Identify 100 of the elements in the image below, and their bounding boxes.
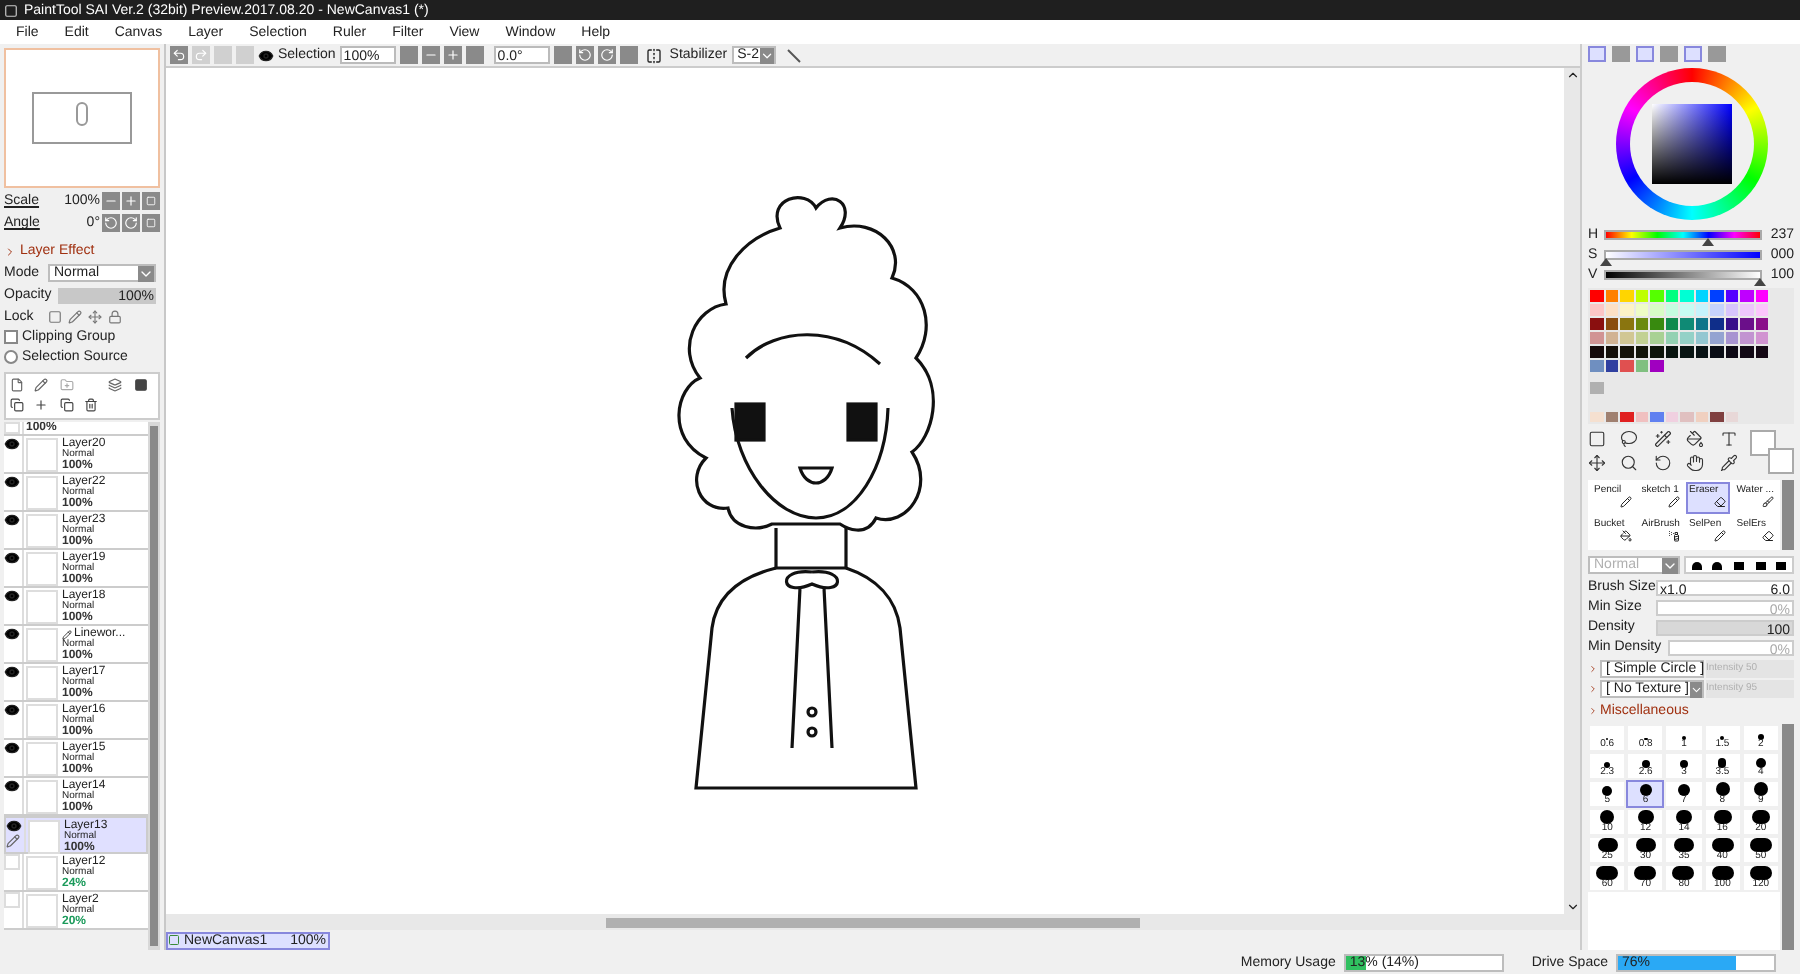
layer-thumbnail [26, 590, 58, 624]
text-icon[interactable] [1719, 430, 1738, 448]
visibility-icon[interactable] [4, 436, 20, 452]
brush-shape-selector[interactable] [1684, 556, 1794, 574]
visibility-icon[interactable] [6, 818, 22, 834]
magic-wand-icon[interactable] [1653, 430, 1672, 448]
visibility-toggle[interactable] [4, 422, 20, 434]
visibility-toggle[interactable] [4, 854, 20, 870]
vertical-scrollbar[interactable] [1564, 68, 1580, 914]
move-icon[interactable] [88, 310, 102, 324]
app-icon [4, 3, 18, 17]
checkbox[interactable] [4, 330, 18, 344]
line-tool-icon[interactable] [785, 47, 802, 63]
layer-scrollbar[interactable] [148, 422, 160, 950]
bucket-icon[interactable] [1686, 430, 1705, 448]
square-icon[interactable] [133, 378, 148, 392]
layer-thumbnail [26, 438, 58, 472]
layer-thumbnail [26, 628, 58, 662]
rotate-icon [599, 48, 614, 62]
undo-icon [172, 48, 186, 62]
copy-icon[interactable] [10, 398, 24, 412]
layer-thumbnail [26, 856, 58, 890]
layer-thumbnail [26, 704, 58, 738]
visibility-icon[interactable] [4, 778, 20, 794]
rotate-right-button[interactable] [597, 46, 616, 64]
undo-button[interactable] [170, 46, 188, 64]
layer-thumbnail [26, 742, 58, 776]
flip-icon[interactable] [645, 47, 662, 63]
visibility-icon[interactable] [4, 550, 20, 566]
rotate-icon [124, 216, 138, 230]
rotate-icon [577, 48, 592, 62]
canvas-icon [168, 934, 180, 946]
zoom-out-button[interactable] [421, 46, 440, 64]
square-icon [146, 196, 156, 206]
layer-thumbnail [26, 552, 58, 586]
expand-icon [4, 245, 16, 257]
size-scrollbar[interactable] [1782, 724, 1794, 950]
rotate-left-button[interactable] [102, 214, 120, 232]
add-icon[interactable] [34, 398, 49, 412]
layer-thumbnail [26, 894, 58, 928]
visibility-icon[interactable] [4, 512, 20, 528]
layer-thumbnail [26, 666, 58, 700]
saturation-value-square[interactable] [1651, 104, 1731, 184]
color-swatch-pair[interactable] [1750, 430, 1794, 474]
horizontal-scrollbar[interactable] [166, 914, 1580, 930]
move-icon[interactable] [1588, 454, 1606, 472]
caret-icon [138, 265, 154, 281]
eyedropper-icon[interactable] [1719, 454, 1738, 472]
visibility-icon[interactable] [4, 588, 20, 604]
rotate-icon [104, 216, 118, 230]
rotate-reset-button[interactable] [142, 214, 160, 232]
caret-icon [1662, 557, 1678, 573]
visibility-icon[interactable] [4, 740, 20, 756]
zoom-reset-button[interactable] [465, 46, 484, 64]
hand-icon[interactable] [1686, 454, 1705, 472]
rotate-icon[interactable] [1653, 454, 1672, 472]
tool-scrollbar[interactable] [1782, 480, 1794, 550]
visibility-icon[interactable] [4, 626, 20, 642]
rectangle-select-icon[interactable] [1588, 430, 1606, 448]
plus-icon [445, 48, 460, 62]
zoom-out-button[interactable] [102, 192, 120, 210]
visibility-icon[interactable] [4, 664, 20, 680]
layer-thumbnail [26, 476, 58, 510]
zoom-in-button[interactable] [443, 46, 462, 64]
pencil-icon[interactable] [68, 310, 82, 324]
expand-icon [1588, 706, 1598, 716]
selection-visibility-icon[interactable] [258, 47, 274, 63]
rotate-reset-button[interactable] [619, 46, 638, 64]
zoom-icon[interactable] [1620, 454, 1639, 472]
caret-icon [759, 47, 774, 63]
pencil-icon [6, 834, 20, 848]
zoom-reset-button[interactable] [142, 192, 160, 210]
zoom-in-button[interactable] [122, 192, 140, 210]
layer-thumbnail [28, 820, 60, 854]
lock-icon[interactable] [108, 310, 122, 324]
folder-icon[interactable] [59, 378, 74, 392]
visibility-toggle[interactable] [4, 892, 20, 908]
redo-icon [194, 48, 208, 62]
trash-icon[interactable] [83, 398, 98, 412]
copy-icon[interactable] [59, 398, 74, 412]
plus-icon [124, 194, 138, 208]
visibility-icon[interactable] [4, 474, 20, 490]
layer-thumbnail [26, 514, 58, 548]
minus-icon [104, 194, 118, 208]
lock-transparency-icon[interactable] [48, 310, 62, 324]
radio-button[interactable] [4, 350, 18, 364]
minus-icon [423, 48, 438, 62]
caret-icon [1689, 681, 1702, 697]
layers-icon[interactable] [108, 378, 123, 392]
layer-thumbnail [26, 780, 58, 814]
rotate-right-button[interactable] [122, 214, 140, 232]
lasso-icon[interactable] [1620, 430, 1639, 448]
angle-dropdown-button[interactable] [553, 46, 572, 64]
visibility-icon[interactable] [4, 702, 20, 718]
square-icon [146, 218, 156, 228]
scroll-down-icon [1565, 900, 1579, 914]
new-layer-icon[interactable] [10, 378, 24, 392]
rotate-left-button[interactable] [575, 46, 594, 64]
zoom-dropdown-button[interactable] [399, 46, 418, 64]
canvas-thumbnail [32, 92, 132, 144]
